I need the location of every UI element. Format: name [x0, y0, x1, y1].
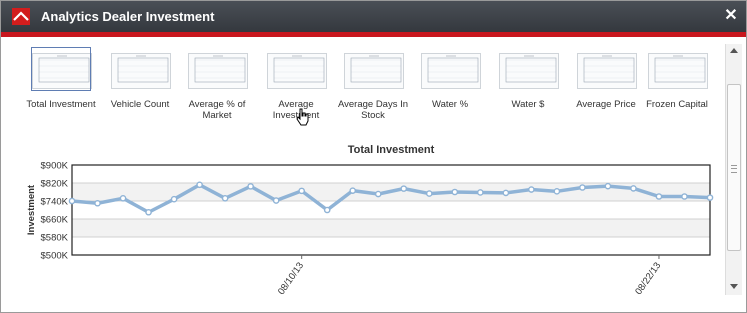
- data-point: [196, 181, 203, 189]
- close-button[interactable]: ✕: [723, 7, 739, 25]
- y-tick-label: $900K: [41, 161, 69, 172]
- data-point: [272, 197, 280, 204]
- scroll-up-icon[interactable]: [730, 48, 738, 53]
- data-point: [528, 186, 535, 193]
- plot-band: [72, 219, 710, 237]
- thumbnail-label: Vehicle Count: [110, 99, 170, 110]
- data-point: [477, 189, 484, 196]
- plot-band: [72, 165, 710, 183]
- data-point: [323, 206, 331, 214]
- content-area: Total Investment Vehicle Count Average % o…: [1, 37, 724, 296]
- thumbnail-label: Total Investment: [26, 99, 96, 110]
- data-point: [630, 185, 637, 192]
- thumbnail-average-price[interactable]: Average Price: [566, 47, 646, 123]
- data-point: [579, 184, 586, 191]
- title-bar: Analytics Dealer Investment ✕: [1, 1, 746, 32]
- y-axis-label: Investment: [26, 184, 37, 235]
- thumbnail-label: Average % of Market: [188, 99, 246, 121]
- data-point: [247, 183, 254, 190]
- thumbnail-label: Average Price: [576, 99, 636, 110]
- data-point: [298, 187, 305, 195]
- data-point: [706, 194, 714, 201]
- data-point: [94, 199, 101, 207]
- thumbnail-label: Average Days In Stock: [337, 99, 409, 121]
- brand-logo-icon: [12, 8, 30, 25]
- thumbnail-vehicle-count[interactable]: Vehicle Count: [100, 47, 180, 123]
- thumbnail-total-investment[interactable]: Total Investment: [21, 47, 101, 123]
- vertical-scrollbar[interactable]: [725, 44, 742, 295]
- y-tick-label: $820K: [41, 179, 69, 190]
- investment-chart: $500K $580K $660K $740K $820K $900K Investment…: [26, 161, 714, 296]
- chart-title: Total Investment: [347, 144, 435, 156]
- y-tick-label: $500K: [41, 251, 69, 262]
- data-point: [425, 190, 433, 197]
- thumbnail-label: Water %: [431, 99, 469, 110]
- data-point: [655, 193, 663, 200]
- y-tick-label: $740K: [41, 197, 69, 208]
- y-tick-label: $660K: [41, 215, 69, 226]
- x-tick-label: 08/10/13: [276, 260, 306, 296]
- thumbnail-preview: [111, 53, 171, 89]
- data-point: [374, 190, 382, 198]
- hand-cursor-icon: [296, 108, 309, 126]
- data-point: [170, 195, 178, 203]
- thumbnail-label: Frozen Capital: [646, 99, 708, 110]
- y-tick-label: $580K: [41, 233, 69, 244]
- data-point: [68, 197, 76, 205]
- window-title: Analytics Dealer Investment: [41, 9, 215, 24]
- thumbnail-preview: [188, 53, 248, 89]
- data-point: [451, 188, 459, 196]
- data-point: [553, 188, 561, 195]
- thumbnail-average-of-market[interactable]: Average % of Market: [177, 47, 257, 123]
- thumbnail-label: Water $: [511, 99, 545, 110]
- close-icon: ✕: [724, 7, 738, 24]
- thumbnail-preview: [344, 53, 404, 89]
- data-point: [502, 189, 510, 197]
- thumbnail-preview: [421, 53, 481, 89]
- data-point: [145, 208, 152, 216]
- data-point: [681, 193, 688, 200]
- data-point: [221, 195, 229, 202]
- scroll-down-icon[interactable]: [730, 284, 738, 289]
- scroll-grip-icon: [731, 165, 737, 173]
- data-point: [604, 182, 612, 190]
- thumbnail-preview: [267, 53, 327, 89]
- thumbnail-average-days-in-stock[interactable]: Average Days In Stock: [333, 47, 413, 123]
- scroll-thumb[interactable]: [727, 84, 741, 251]
- thumbnail-preview: [648, 53, 708, 89]
- thumbnail-water[interactable]: Water $: [488, 47, 568, 123]
- thumbnail-water[interactable]: Water %: [410, 47, 490, 123]
- plot-band: [72, 237, 710, 255]
- analytics-modal: Analytics Dealer Investment ✕ Total Inve…: [0, 0, 747, 313]
- selected-thumbnail-frame: [31, 47, 91, 91]
- thumbnail-preview: [499, 53, 559, 89]
- thumbnail-preview: [577, 53, 637, 89]
- data-point: [400, 185, 408, 192]
- x-tick-label: 08/22/13: [633, 260, 663, 296]
- data-point: [349, 187, 357, 194]
- data-point: [119, 195, 127, 202]
- thumbnail-frozen-capital[interactable]: Frozen Capital: [637, 47, 717, 123]
